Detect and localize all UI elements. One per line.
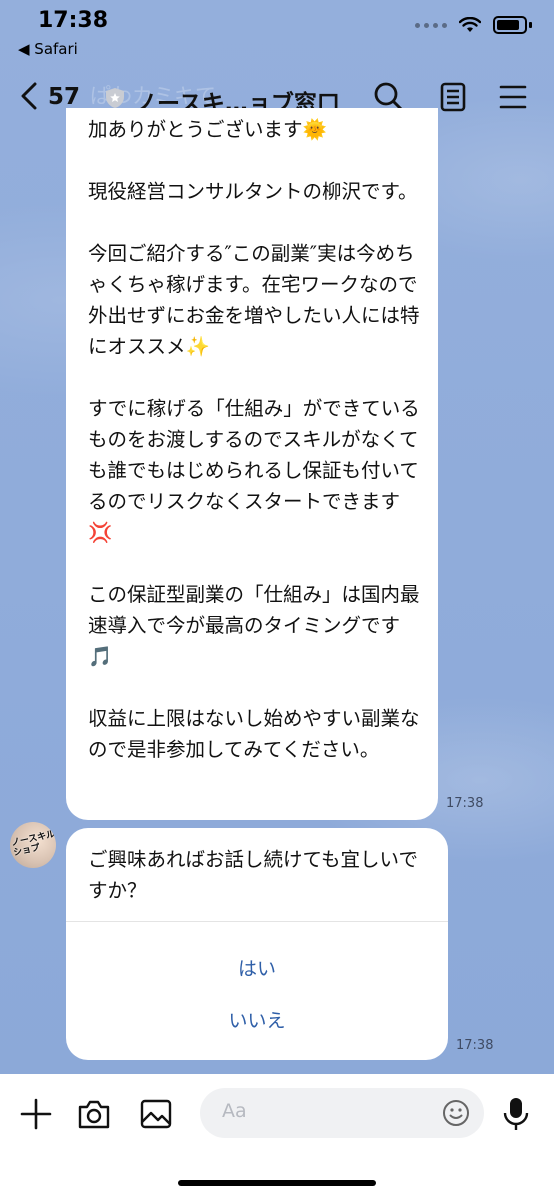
message-text: 加ありがとうございます🌞 現役経営コンサルタントの柳沢です。 今回ご紹介する″こ…	[88, 118, 420, 761]
home-indicator	[178, 1180, 376, 1186]
avatar-label: ノースキル ショプ	[10, 829, 56, 859]
message-input-placeholder: Aa	[222, 1100, 247, 1122]
question-bubble: ご興味あればお話し続けても宜しいですか？ はい いいえ	[66, 828, 448, 1060]
back-chevron-icon[interactable]	[20, 82, 38, 110]
divider	[66, 921, 448, 922]
avatar[interactable]: ノースキル ショプ	[10, 822, 56, 868]
message-bubble: 加ありがとうございます🌞 現役経営コンサルタントの柳沢です。 今回ご紹介する″こ…	[66, 108, 438, 820]
camera-icon[interactable]	[74, 1094, 114, 1134]
question-text: ご興味あればお話し続けても宜しいですか？	[88, 848, 418, 902]
plus-icon[interactable]	[16, 1094, 56, 1134]
message-timestamp: 17:38	[446, 796, 484, 811]
back-to-safari-link[interactable]: ◀ Safari	[18, 40, 78, 58]
choice-no-button[interactable]: いいえ	[66, 1006, 448, 1033]
message-timestamp: 17:38	[456, 1038, 494, 1053]
system-icons	[415, 16, 532, 34]
battery-icon	[493, 16, 527, 34]
wifi-icon	[459, 17, 481, 32]
status-bar: 17:38 ◀ Safari	[0, 0, 554, 62]
shield-icon	[106, 88, 124, 108]
status-time: 17:38	[38, 8, 109, 33]
signal-dots-icon	[415, 22, 447, 28]
notes-icon[interactable]	[436, 80, 470, 114]
image-icon[interactable]	[136, 1094, 176, 1134]
message-input[interactable]: Aa	[200, 1088, 484, 1138]
menu-icon[interactable]	[496, 80, 530, 114]
microphone-icon[interactable]	[496, 1094, 536, 1134]
unread-count[interactable]: 57	[48, 84, 80, 110]
battery-tip	[529, 22, 532, 28]
choice-yes-button[interactable]: はい	[66, 954, 448, 981]
emoji-icon[interactable]	[442, 1099, 470, 1127]
